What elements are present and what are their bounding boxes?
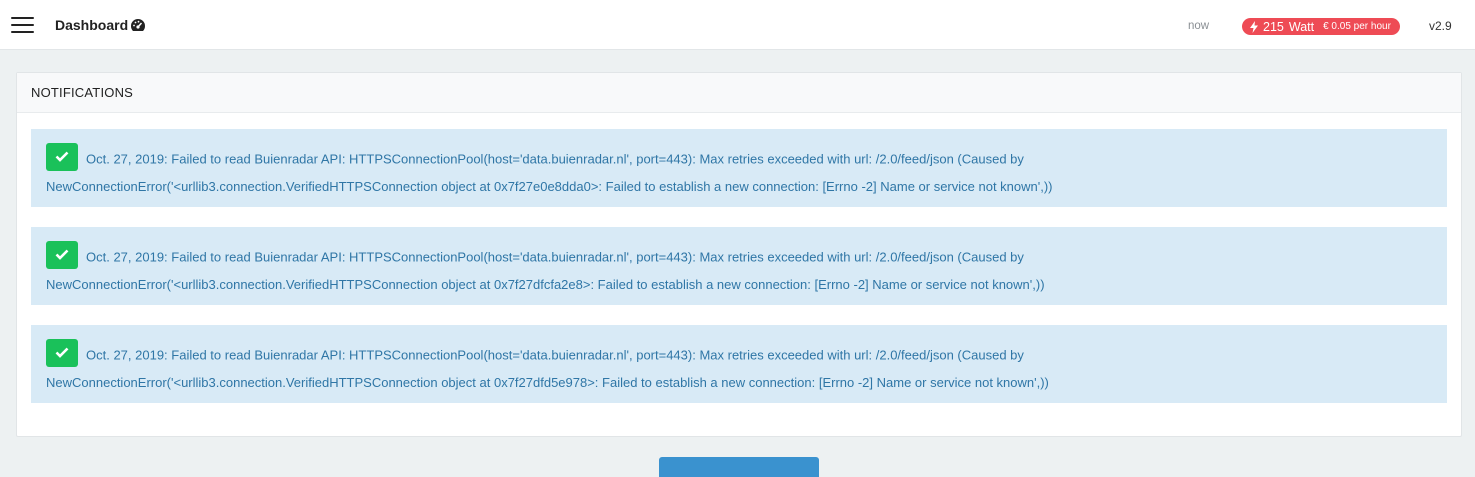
notification-item[interactable]: Oct. 27, 2019: Failed to read Buienradar…	[31, 129, 1447, 207]
notification-text-line2: NewConnectionError('<urllib3.connection.…	[46, 375, 1049, 390]
top-navbar: Dashboard now 215 Watt € 0.05 per hour v…	[0, 0, 1475, 50]
bolt-icon	[1250, 20, 1258, 33]
power-value: 215	[1263, 19, 1284, 34]
checkmark-icon[interactable]	[46, 143, 78, 171]
power-usage-badge: 215 Watt € 0.05 per hour	[1242, 18, 1400, 35]
notification-item[interactable]: Oct. 27, 2019: Failed to read Buienradar…	[31, 227, 1447, 305]
bottom-action-button[interactable]	[659, 457, 819, 477]
page-title: Dashboard	[55, 17, 129, 33]
checkmark-icon[interactable]	[46, 339, 78, 367]
hamburger-menu-icon[interactable]	[11, 16, 35, 34]
notification-text-line1: Oct. 27, 2019: Failed to read Buienradar…	[86, 151, 1024, 167]
power-cost: € 0.05 per hour	[1323, 21, 1391, 32]
gauge-icon	[130, 19, 146, 31]
notification-text-line2: NewConnectionError('<urllib3.connection.…	[46, 179, 1053, 194]
notification-text-line1: Oct. 27, 2019: Failed to read Buienradar…	[86, 347, 1024, 363]
notification-text-line1: Oct. 27, 2019: Failed to read Buienradar…	[86, 249, 1024, 265]
notifications-heading: NOTIFICATIONS	[17, 73, 1461, 113]
notification-text-line2: NewConnectionError('<urllib3.connection.…	[46, 277, 1045, 292]
version-label: v2.9	[1429, 19, 1452, 33]
power-unit: Watt	[1288, 19, 1315, 34]
notification-item[interactable]: Oct. 27, 2019: Failed to read Buienradar…	[31, 325, 1447, 403]
notifications-panel: NOTIFICATIONS Oct. 27, 2019: Failed to r…	[16, 72, 1462, 437]
checkmark-icon[interactable]	[46, 241, 78, 269]
last-update-time: now	[1188, 20, 1210, 32]
